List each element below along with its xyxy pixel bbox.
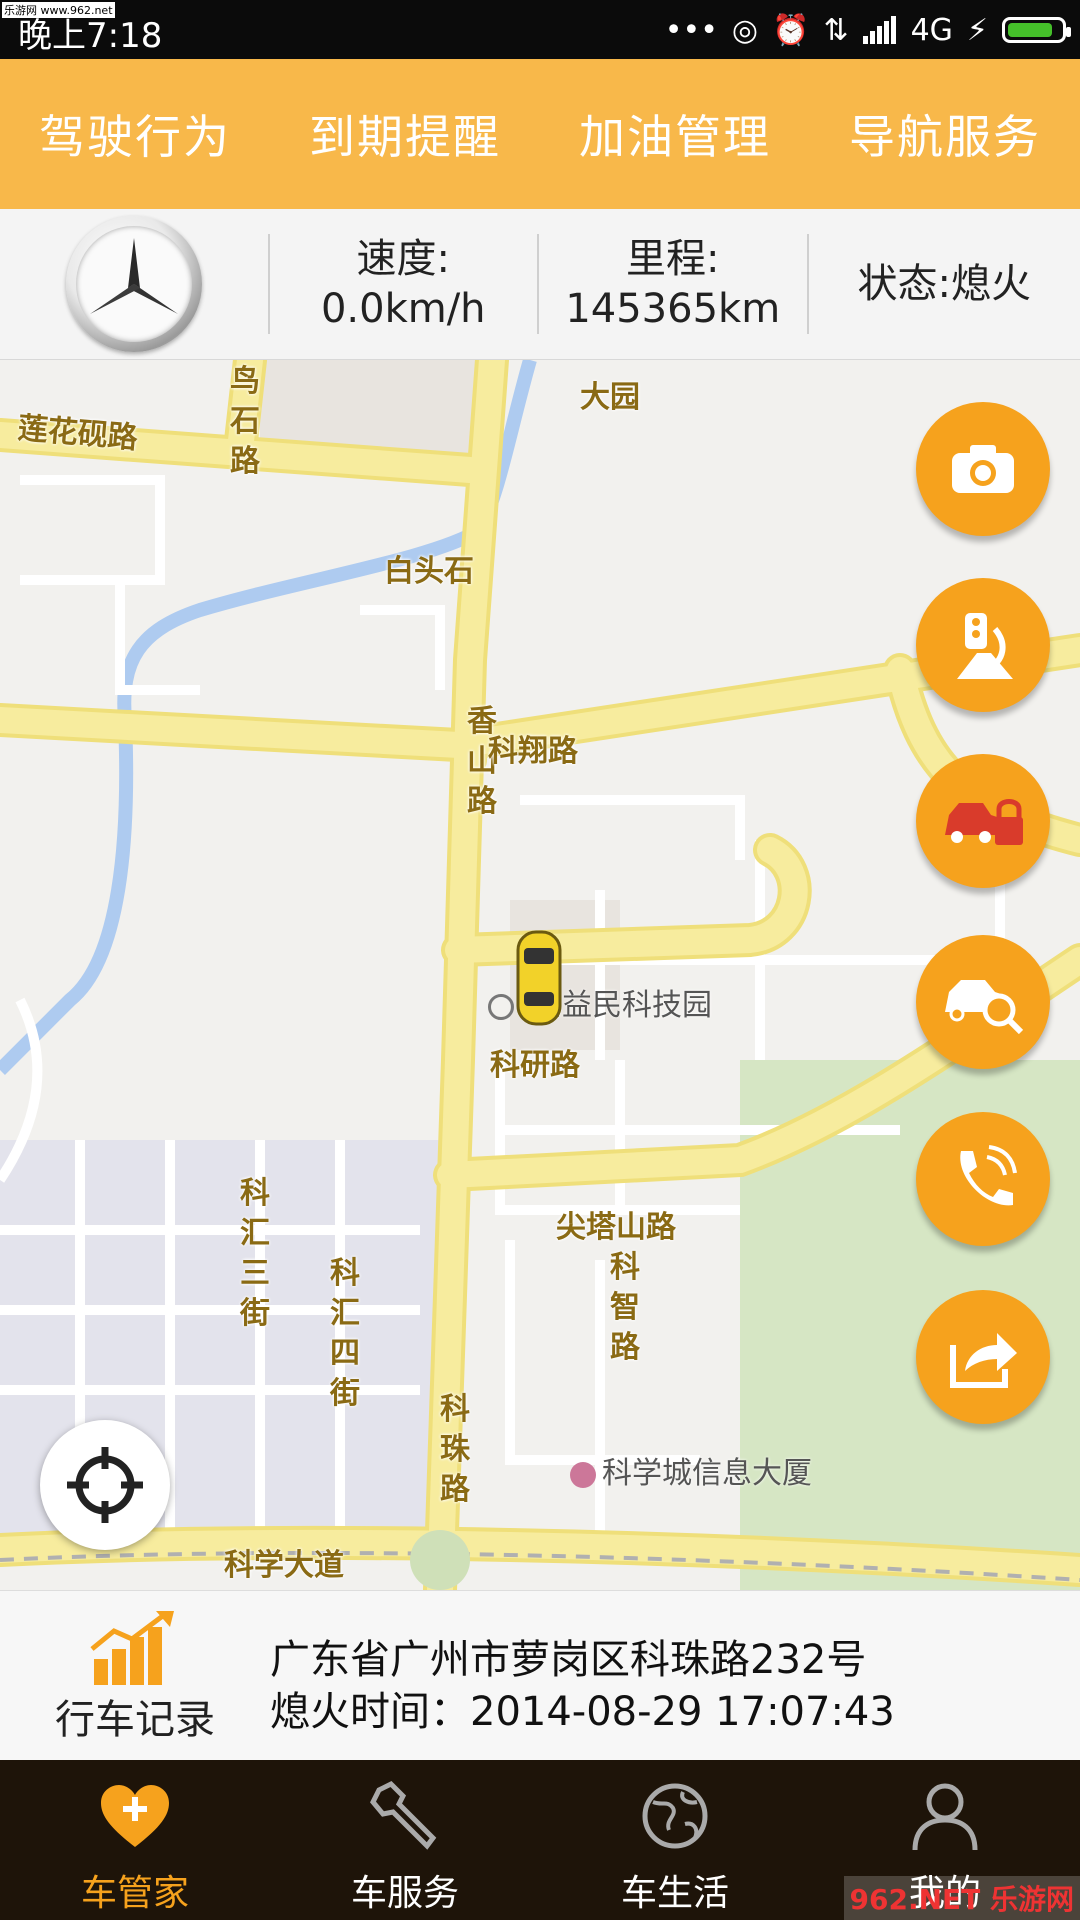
map-label-dayuan: 大园 [580, 380, 640, 415]
tab-car-manager-label: 车管家 [80, 1873, 189, 1914]
tab-car-service[interactable]: 车服务 [270, 1760, 540, 1920]
tab-car-life[interactable]: 车生活 [540, 1760, 810, 1920]
battery-icon [1002, 17, 1071, 43]
data-transfer-icon: ⇅ [823, 12, 849, 48]
car-lock-button[interactable] [916, 754, 1050, 888]
map-label-niaoshi-road: 鸟石路 [230, 364, 260, 479]
building-icon [570, 1461, 596, 1488]
more-dots-icon: ••• [664, 12, 718, 48]
heart-plus-icon [101, 1785, 169, 1847]
map-label-kexiang-road: 科翔路 [488, 734, 578, 769]
status-bar: 乐游网 www.962.net 晚上7:18 ••• ◎ ⏰ ⇅ 4G ⚡ [0, 0, 1080, 59]
globe-icon [642, 1783, 708, 1849]
mileage-cell: 里程: 145365km [537, 234, 807, 334]
share-icon [950, 1333, 1017, 1388]
chart-icon-wrap [50, 1609, 220, 1689]
tab-car-manager[interactable]: 车管家 [0, 1760, 270, 1920]
rising-chart-icon [90, 1611, 174, 1685]
user-icon [912, 1783, 978, 1851]
watermark-bottom: 962.NET 乐游网 [843, 1876, 1080, 1920]
share-button[interactable] [916, 1290, 1050, 1424]
crosshair-icon [67, 1447, 143, 1523]
map-label-keyan-road: 科研路 [490, 1048, 580, 1083]
status-icons: ••• ◎ ⏰ ⇅ 4G ⚡ [664, 10, 1071, 50]
phone-button[interactable] [916, 1112, 1050, 1246]
vehicle-address: 广东省广州市萝岗区科珠路232号 [270, 1637, 867, 1683]
map-poi-xinxi: 科学城信息大厦 [570, 1448, 812, 1492]
mercedes-logo-icon[interactable] [65, 216, 202, 352]
alarm-icon: ⏰ [772, 12, 810, 48]
poi-marker-icon [488, 993, 514, 1020]
map-view[interactable]: 大园 莲花砚路 鸟石路 白头石 香山路 科翔路 州益民科技园 科研路 尖塔山路 … [0, 360, 1080, 1590]
nav-expiry-reminder[interactable]: 到期提醒 [270, 59, 540, 209]
car-search-icon [945, 980, 1024, 1034]
traffic-light-icon [957, 613, 1013, 679]
status-time: 晚上7:18 [18, 16, 163, 56]
map-label-kexue-road: 科学大道 [224, 1548, 344, 1583]
ignition-off-time: 熄火时间：2014-08-29 17:07:43 [270, 1689, 895, 1735]
charging-icon: ⚡ [966, 12, 988, 48]
car-search-button[interactable] [916, 935, 1050, 1069]
driving-record-label[interactable]: 行车记录 [50, 1687, 220, 1745]
map-label-jiantashan-road: 尖塔山路 [556, 1210, 676, 1245]
signal-icon [862, 16, 896, 44]
hotspot-icon: ◎ [731, 12, 759, 48]
locate-me-button[interactable] [40, 1420, 170, 1550]
car-lock-icon [945, 799, 1023, 845]
phone-icon [960, 1145, 1017, 1206]
bottom-nav: 车管家 车服务 车生活 我的 962.NET 乐游网 [0, 1760, 1080, 1920]
traffic-light-button[interactable] [916, 578, 1050, 712]
map-label-kehui-3rd-street: 科汇三街 [240, 1176, 270, 1331]
tab-car-life-label: 车生活 [620, 1873, 729, 1914]
tab-car-service-label: 车服务 [350, 1873, 459, 1914]
nav-navigation-service[interactable]: 导航服务 [810, 59, 1080, 209]
nav-fuel-management[interactable]: 加油管理 [540, 59, 810, 209]
camera-icon [952, 445, 1014, 493]
speed-label: 速度: [356, 236, 450, 282]
mileage-label: 里程: [626, 236, 720, 282]
engine-status: 状态:熄火 [857, 261, 1031, 307]
driving-record-panel[interactable]: 行车记录 广东省广州市萝岗区科珠路232号 熄火时间：2014-08-29 17… [0, 1590, 1080, 1761]
vehicle-info-bar: 速度: 0.0km/h 里程: 145365km 状态:熄火 [0, 209, 1080, 361]
network-type: 4G [910, 12, 953, 48]
speed-value: 0.0km/h [320, 286, 486, 332]
map-label-kezhi-road: 科智路 [610, 1250, 640, 1365]
wrench-icon [370, 1780, 437, 1850]
mileage-value: 145365km [565, 286, 781, 332]
brand-logo-cell [0, 209, 268, 359]
camera-button[interactable] [916, 402, 1050, 536]
map-label-kezhu-road: 科珠路 [440, 1392, 470, 1507]
car-marker-icon[interactable] [514, 928, 564, 1028]
top-nav: 驾驶行为 到期提醒 加油管理 导航服务 [0, 59, 1080, 209]
nav-driving-behavior[interactable]: 驾驶行为 [0, 59, 270, 209]
engine-status-cell: 状态:熄火 [806, 234, 1080, 334]
map-label-baitoushi: 白头石 [384, 554, 474, 589]
map-label-kehui-4th-street: 科汇四街 [330, 1256, 360, 1411]
speed-cell: 速度: 0.0km/h [267, 234, 538, 334]
